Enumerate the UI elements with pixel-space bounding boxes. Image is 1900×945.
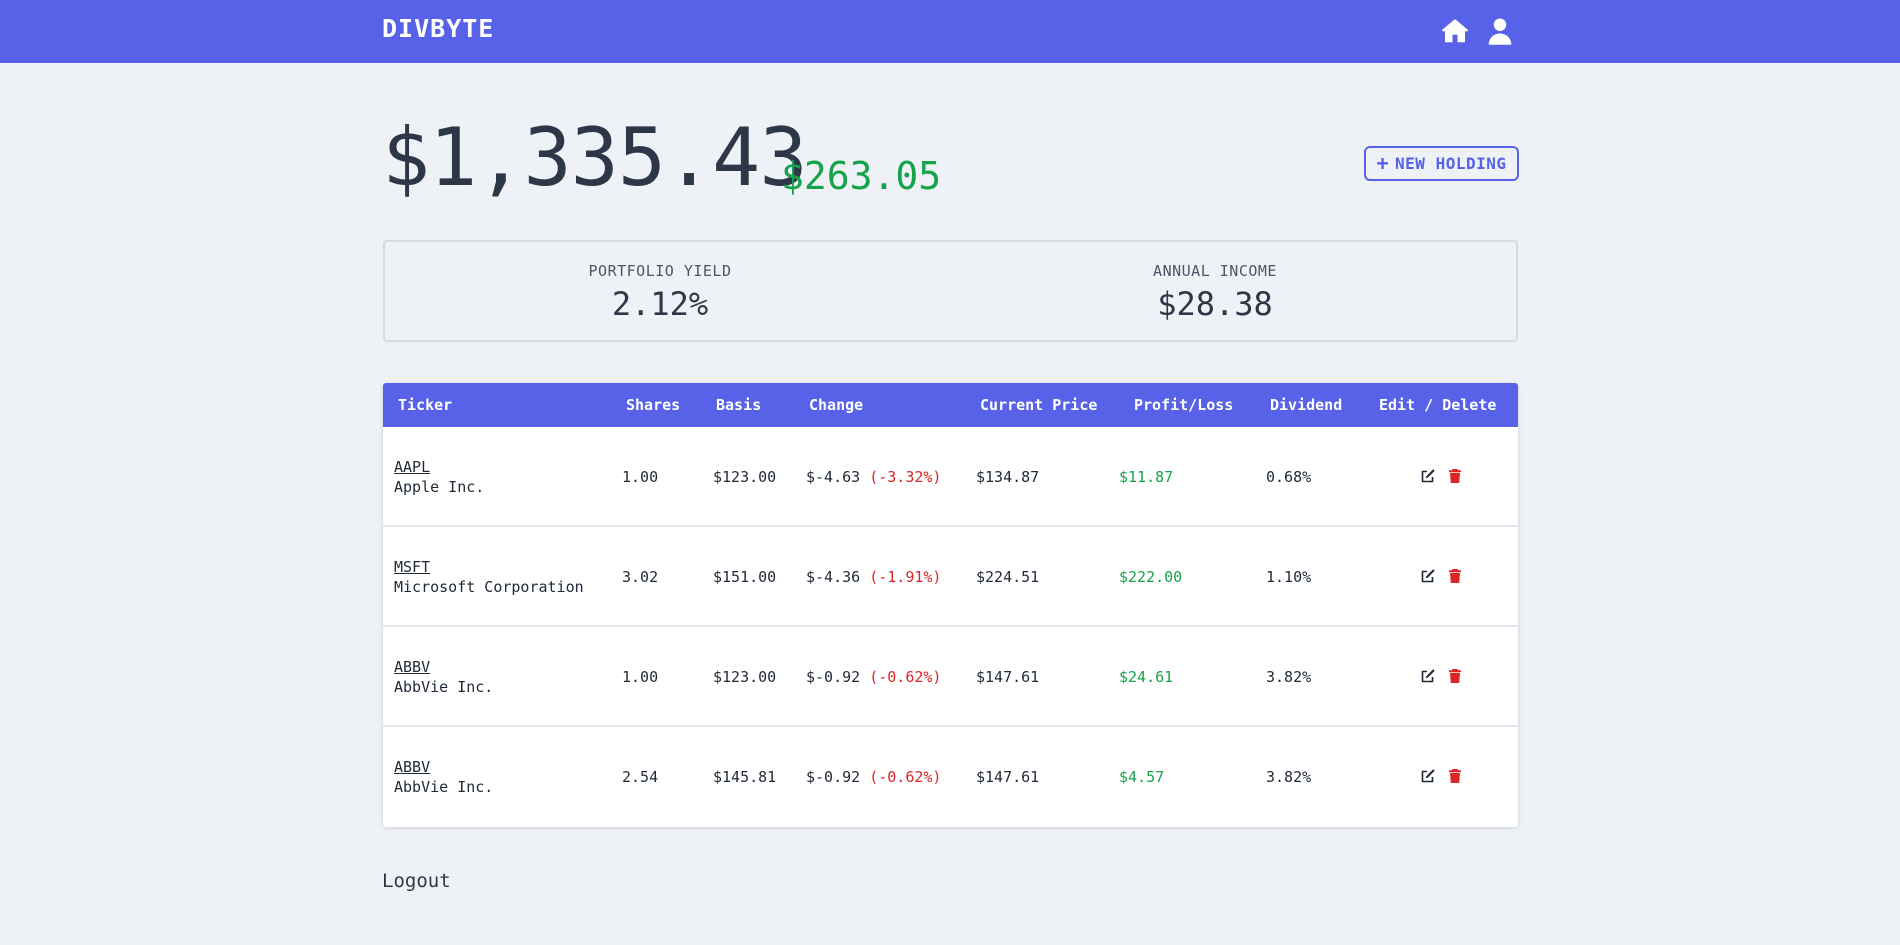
new-holding-button[interactable]: + NEW HOLDING [1364, 146, 1519, 181]
change-value: $-4.63 (-3.32%) [806, 468, 941, 486]
trash-icon[interactable] [1447, 668, 1463, 684]
profit-loss-value: $4.57 [1119, 768, 1165, 786]
portfolio-gain: $263.05 [781, 154, 942, 198]
portfolio-stats-panel: PORTFOLIO YIELD 2.12% ANNUAL INCOME $28.… [383, 240, 1518, 342]
column-header-ticker[interactable]: Ticker [398, 396, 452, 414]
portfolio-total-value: $1,335.43 [382, 111, 807, 204]
basis-value: $151.00 [713, 568, 777, 586]
dividend-value: 0.68% [1266, 468, 1312, 486]
dividend-value: 1.10% [1266, 568, 1312, 586]
table-row: ABBV AbbVie Inc. 1.00 $123.00 $-0.92 (-0… [383, 627, 1518, 727]
company-name: AbbVie Inc. [394, 778, 494, 796]
shares-value: 3.02 [622, 568, 659, 586]
brand-logo[interactable]: DIVBYTE [382, 14, 494, 43]
trash-icon[interactable] [1447, 768, 1463, 784]
holdings-table: Ticker Shares Basis Change Current Price… [383, 383, 1518, 827]
company-name: AbbVie Inc. [394, 678, 494, 696]
column-header-edit-delete: Edit / Delete [1379, 396, 1497, 414]
column-header-dividend[interactable]: Dividend [1270, 396, 1342, 414]
edit-icon[interactable] [1420, 468, 1436, 484]
ticker-link[interactable]: MSFT [394, 558, 430, 576]
table-row: MSFT Microsoft Corporation 3.02 $151.00 … [383, 527, 1518, 627]
dividend-value: 3.82% [1266, 768, 1312, 786]
basis-value: $123.00 [713, 668, 777, 686]
dividend-value: 3.82% [1266, 668, 1312, 686]
ticker-link[interactable]: AAPL [394, 458, 430, 476]
current-price-value: $147.61 [976, 668, 1040, 686]
plus-icon: + [1376, 150, 1390, 175]
table-row: AAPL Apple Inc. 1.00 $123.00 $-4.63 (-3.… [383, 427, 1518, 527]
basis-value: $123.00 [713, 468, 777, 486]
new-holding-label: NEW HOLDING [1395, 154, 1507, 173]
holdings-table-header: Ticker Shares Basis Change Current Price… [383, 383, 1518, 427]
change-amount: $-0.92 [806, 668, 861, 686]
change-percent: (-3.32%) [869, 468, 942, 486]
column-header-current-price[interactable]: Current Price [980, 396, 1097, 414]
change-value: $-0.92 (-0.62%) [806, 668, 941, 686]
shares-value: 1.00 [622, 668, 659, 686]
change-value: $-0.92 (-0.62%) [806, 768, 941, 786]
change-percent: (-0.62%) [869, 768, 942, 786]
column-header-profit-loss[interactable]: Profit/Loss [1134, 396, 1233, 414]
profit-loss-value: $222.00 [1119, 568, 1183, 586]
portfolio-yield-label: PORTFOLIO YIELD [588, 262, 732, 280]
shares-value: 1.00 [622, 468, 659, 486]
ticker-link[interactable]: ABBV [394, 658, 430, 676]
shares-value: 2.54 [622, 768, 659, 786]
profit-loss-value: $24.61 [1119, 668, 1174, 686]
column-header-shares[interactable]: Shares [626, 396, 680, 414]
column-header-change[interactable]: Change [809, 396, 863, 414]
change-percent: (-0.62%) [869, 668, 942, 686]
annual-income-label: ANNUAL INCOME [1153, 262, 1277, 280]
change-amount: $-0.92 [806, 768, 861, 786]
change-amount: $-4.63 [806, 468, 861, 486]
annual-income-stat: ANNUAL INCOME $28.38 [1015, 242, 1415, 323]
ticker-link[interactable]: ABBV [394, 758, 430, 776]
trash-icon[interactable] [1447, 468, 1463, 484]
home-icon[interactable] [1440, 16, 1470, 46]
portfolio-yield-value: 2.12% [611, 285, 709, 323]
edit-icon[interactable] [1420, 768, 1436, 784]
column-header-basis[interactable]: Basis [716, 396, 761, 414]
trash-icon[interactable] [1447, 568, 1463, 584]
current-price-value: $134.87 [976, 468, 1040, 486]
edit-icon[interactable] [1420, 668, 1436, 684]
user-icon[interactable] [1485, 16, 1515, 46]
current-price-value: $147.61 [976, 768, 1040, 786]
company-name: Apple Inc. [394, 478, 485, 496]
change-amount: $-4.36 [806, 568, 861, 586]
current-price-value: $224.51 [976, 568, 1040, 586]
profit-loss-value: $11.87 [1119, 468, 1174, 486]
top-nav-bar: DIVBYTE [0, 0, 1900, 63]
company-name: Microsoft Corporation [394, 578, 584, 596]
logout-link[interactable]: Logout [382, 870, 451, 892]
change-percent: (-1.91%) [869, 568, 942, 586]
basis-value: $145.81 [713, 768, 777, 786]
portfolio-yield-stat: PORTFOLIO YIELD 2.12% [460, 242, 860, 323]
edit-icon[interactable] [1420, 568, 1436, 584]
change-value: $-4.36 (-1.91%) [806, 568, 941, 586]
table-row: ABBV AbbVie Inc. 2.54 $145.81 $-0.92 (-0… [383, 727, 1518, 827]
annual-income-value: $28.38 [1157, 285, 1273, 323]
